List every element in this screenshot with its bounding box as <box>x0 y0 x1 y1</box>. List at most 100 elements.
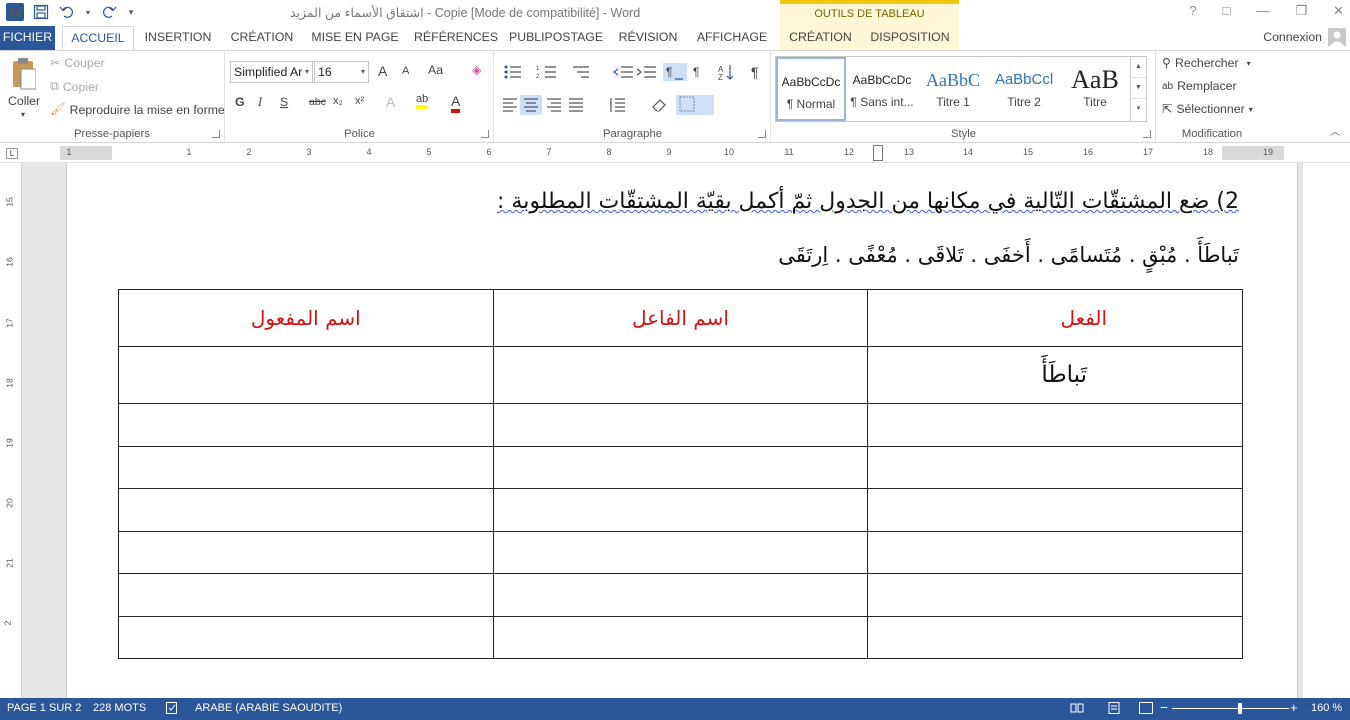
style-sans-interligne[interactable]: AaBbCcDc ¶ Sans int... <box>847 57 917 121</box>
derivatives-table[interactable]: الفعل اسم الفاعل اسم المفعول تَباطَأَ <box>118 289 1243 659</box>
table-cell[interactable] <box>118 615 494 659</box>
tab-references[interactable]: RÉFÉRENCES <box>414 26 498 50</box>
tab-table-disposition[interactable]: DISPOSITION <box>861 26 959 50</box>
tab-table-creation[interactable]: CRÉATION <box>780 26 861 50</box>
tab-selector-icon[interactable]: L <box>6 148 18 159</box>
italic-button[interactable]: I <box>258 95 262 110</box>
zoom-in-button[interactable]: + <box>1290 700 1298 715</box>
style-normal[interactable]: AaBbCcDc ¶ Normal <box>776 57 846 121</box>
collapse-ribbon-icon[interactable]: ︿ <box>1330 123 1340 138</box>
paste-button[interactable]: Coller ▾ <box>4 55 44 121</box>
table-cell[interactable] <box>492 445 869 489</box>
word-count[interactable]: 228 MOTS <box>93 702 146 714</box>
zoom-slider-thumb[interactable] <box>1238 703 1242 714</box>
highlight-button[interactable]: ab <box>416 93 429 109</box>
table-cell[interactable] <box>867 530 1243 574</box>
find-button[interactable]: ⚲ Rechercher ▾ <box>1162 56 1251 70</box>
copy-button[interactable]: ⧉ Copier <box>50 79 99 94</box>
styles-scroll-down-icon[interactable]: ▼ <box>1131 78 1146 99</box>
select-button[interactable]: ⇱ Sélectionner ▾ <box>1162 102 1253 116</box>
styles-dialog-launcher[interactable] <box>1143 130 1151 138</box>
proofing-icon[interactable] <box>166 702 180 717</box>
table-cell[interactable] <box>867 488 1243 532</box>
font-size-combo[interactable]: 16 ▾ <box>314 61 369 83</box>
styles-more-icon[interactable]: ▾ <box>1131 99 1146 120</box>
word-app-icon[interactable]: W <box>6 3 24 21</box>
style-titre-2[interactable]: AaBbCcl Titre 2 <box>989 57 1059 121</box>
tab-affichage[interactable]: AFFICHAGE <box>695 26 769 50</box>
text-effects-button[interactable]: A <box>386 94 395 110</box>
bold-button[interactable]: G <box>235 95 245 109</box>
ribbon-display-options-icon[interactable]: □ <box>1223 3 1231 19</box>
style-titre[interactable]: AaB Titre <box>1060 57 1130 121</box>
language-indicator[interactable]: ARABE (ARABIE SAOUDITE) <box>195 702 342 714</box>
subscript-button[interactable]: x₂ <box>333 95 343 107</box>
help-icon[interactable]: ? <box>1189 3 1196 19</box>
tab-accueil[interactable]: ACCUEIL <box>62 26 134 50</box>
header-active-participle[interactable]: اسم الفاعل <box>492 289 869 347</box>
table-cell[interactable] <box>118 346 494 404</box>
tab-insertion[interactable]: INSERTION <box>143 26 213 50</box>
tab-creation[interactable]: CRÉATION <box>228 26 296 50</box>
format-painter-button[interactable]: 🖌 Reproduire la mise en forme <box>50 102 225 117</box>
table-cell[interactable] <box>492 573 869 617</box>
font-family-combo[interactable]: Simplified Ar ▾ <box>230 61 313 83</box>
table-cell[interactable] <box>118 573 494 617</box>
font-color-button[interactable]: A <box>451 93 461 113</box>
header-passive-participle[interactable]: اسم المفعول <box>118 289 494 347</box>
superscript-button[interactable]: x² <box>355 95 364 107</box>
account-area[interactable]: Connexion <box>1263 28 1346 46</box>
zoom-slider[interactable] <box>1172 708 1289 709</box>
table-cell[interactable] <box>492 615 869 659</box>
connexion-link[interactable]: Connexion <box>1263 30 1322 44</box>
minimize-icon[interactable]: — <box>1256 3 1269 19</box>
cut-button[interactable]: ✂ Couper <box>50 56 105 70</box>
save-icon[interactable] <box>32 3 50 21</box>
table-cell[interactable] <box>492 346 869 404</box>
table-cell[interactable] <box>492 530 869 574</box>
clipboard-dialog-launcher[interactable] <box>212 130 220 138</box>
shrink-font-button[interactable]: A <box>402 65 409 77</box>
document-page[interactable]: 2) ضع المشتقّات التّالية في مكانها من ال… <box>66 163 1298 698</box>
grow-font-button[interactable]: A <box>378 63 387 79</box>
table-cell[interactable] <box>492 488 869 532</box>
table-cell[interactable]: تَباطَأَ <box>867 346 1243 404</box>
header-verb[interactable]: الفعل <box>867 289 1243 347</box>
tab-publipostage[interactable]: PUBLIPOSTAGE <box>509 26 603 50</box>
replace-button[interactable]: ab Remplacer <box>1162 79 1237 93</box>
table-cell[interactable] <box>118 530 494 574</box>
table-cell[interactable] <box>867 445 1243 489</box>
customize-qat-icon[interactable]: ▾ <box>126 3 136 21</box>
font-dialog-launcher[interactable] <box>481 130 489 138</box>
change-case-button[interactable]: Aa <box>428 63 443 77</box>
indent-marker-icon[interactable] <box>873 145 883 161</box>
style-titre-1[interactable]: AaBbC Titre 1 <box>918 57 988 121</box>
table-cell[interactable] <box>867 573 1243 617</box>
tab-revision[interactable]: RÉVISION <box>616 26 680 50</box>
styles-scroll-up-icon[interactable]: ▲ <box>1131 57 1146 78</box>
table-cell[interactable] <box>867 403 1243 447</box>
undo-icon[interactable] <box>58 3 76 21</box>
table-cell[interactable] <box>118 445 494 489</box>
strikethrough-button[interactable]: abc <box>309 96 326 108</box>
print-layout-icon[interactable] <box>1107 702 1121 717</box>
redo-icon[interactable] <box>100 3 118 21</box>
undo-dropdown-icon[interactable]: ▾ <box>84 3 92 21</box>
page-count[interactable]: PAGE 1 SUR 2 <box>7 702 81 714</box>
tab-fichier[interactable]: FICHIER <box>0 26 55 50</box>
zoom-out-button[interactable]: − <box>1160 699 1168 715</box>
read-mode-icon[interactable] <box>1070 702 1084 717</box>
tab-mise-en-page[interactable]: MISE EN PAGE <box>311 26 399 50</box>
zoom-level[interactable]: 160 % <box>1311 702 1342 714</box>
avatar-icon[interactable] <box>1328 28 1346 46</box>
table-cell[interactable] <box>867 615 1243 659</box>
underline-button[interactable]: S <box>280 95 288 109</box>
restore-icon[interactable]: ❐ <box>1295 3 1307 19</box>
close-icon[interactable]: ✕ <box>1333 3 1344 19</box>
table-cell[interactable] <box>492 403 869 447</box>
web-layout-icon[interactable] <box>1139 702 1153 717</box>
paste-dropdown-icon[interactable]: ▾ <box>21 110 25 119</box>
table-cell[interactable] <box>118 488 494 532</box>
clear-formatting-icon[interactable]: ◈ <box>472 63 481 77</box>
table-cell[interactable] <box>118 403 494 447</box>
